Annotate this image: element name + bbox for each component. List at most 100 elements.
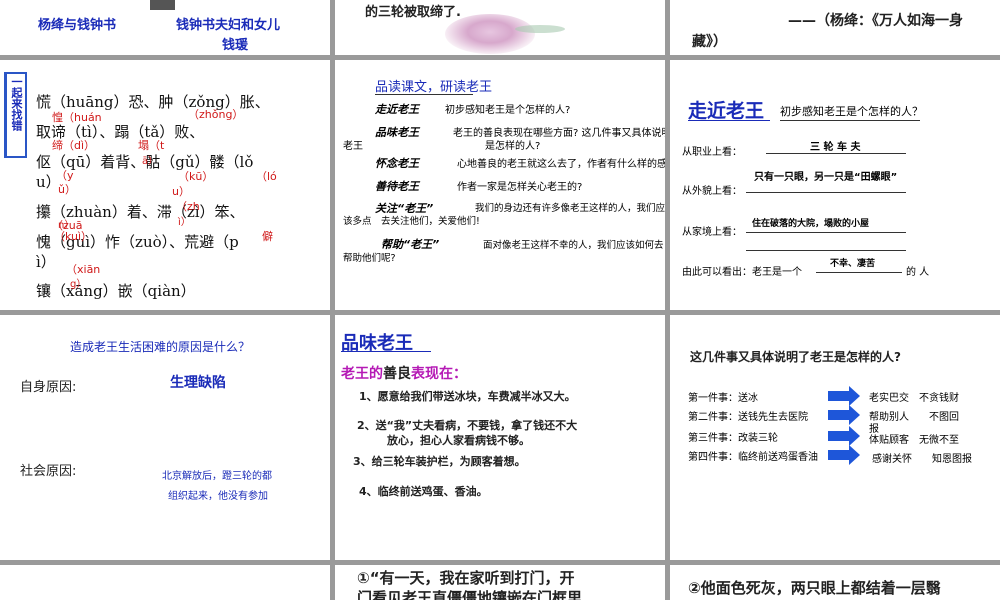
row-answer: 住在破落的大院，塌败的小屋 <box>752 219 870 229</box>
error-line: ì） <box>36 253 56 271</box>
correction: 塌（t <box>138 139 165 152</box>
correction: ā） <box>142 156 159 167</box>
slide-3: ——（杨绛：《万人如海一身 藏》） <box>670 0 1000 55</box>
flower-image <box>445 14 535 54</box>
arrow-icon <box>828 426 860 446</box>
trait-label: 帮助别人 不图回 <box>869 412 959 423</box>
outline-title: 品读课文，研读老王 <box>375 80 493 95</box>
question: 造成老王生活困难的原因是什么？ <box>70 340 251 354</box>
excerpt-line1: ②他面色死灰，两只眼上都结着一层翳 <box>688 579 941 597</box>
correction: （kuì） <box>54 230 93 243</box>
slide-7-hardship-causes: 造成老王生活困难的原因是什么？ 自身原因: 生理缺陷 社会原因: 北京解放后，蹬… <box>0 315 330 560</box>
slide-11-excerpt: ①“有一天，我在家听到打门，开 门看见老王直僵僵地镶嵌在门框里 <box>335 565 665 600</box>
outline-desc: 心地善良的老王就这么去了，作者有什么样的感受? <box>457 159 665 170</box>
outline-label: 品味老王 <box>375 126 419 139</box>
subtitle-post: 表现在： <box>411 366 467 382</box>
outline-desc: 初步感知老王是个怎样的人? <box>445 105 571 116</box>
quote-attribution: ——（杨绛：《万人如海一身 <box>788 13 963 29</box>
kindness-item-cont: 放心，担心人家看病钱不够。 <box>387 434 530 447</box>
slide-8-savor-laowang: 品味老王 老王的善良表现在： 1、愿意给我们带送冰块，车费减半冰又大。 2、送“… <box>335 315 665 560</box>
answer-line-extra <box>746 250 906 251</box>
correction: （ló <box>256 170 277 183</box>
arrow-icon <box>828 445 860 465</box>
top-text: 的三轮被取缔了. <box>365 5 461 20</box>
arrow-icon <box>828 405 860 425</box>
slide-5-study-outline: 品读课文，研读老王 走近老王 初步感知老王是个怎样的人? 品味老王 老王的善良表… <box>335 60 665 310</box>
event-label: 第一件事：送冰 <box>688 393 758 404</box>
kindness-item: 3、给三轮车装护栏，为顾客着想。 <box>353 455 526 468</box>
row-label: 从外貌上看： <box>682 186 742 197</box>
outline-desc-prefix: 老王 <box>343 141 363 152</box>
side-label-text: 一起来找错 <box>10 76 23 131</box>
correction: ì） <box>178 217 191 228</box>
slide-6-approach-laowang: 走近老王 初步感知老王是个怎样的人？ 从职业上看： 三 轮 车 夫 从外貌上看：… <box>670 60 1000 310</box>
title-underline <box>688 120 770 121</box>
conclusion-suffix: 的 人 <box>906 267 930 278</box>
photo-strip <box>150 0 175 10</box>
conclusion-prefix: 由此可以看出：老王是一个 <box>682 267 802 278</box>
kindness-item: 2、送“我”丈夫看病，不要钱，拿了钱还不大 <box>357 419 578 432</box>
caption-left: 杨绛与钱钟书 <box>38 18 117 33</box>
title-underline <box>341 351 431 352</box>
event-label: 第二件事：送钱先生去医院 <box>688 412 808 423</box>
correction: 惶（huán <box>52 111 102 124</box>
event-label: 第三件事：改装三轮 <box>688 433 778 444</box>
subtitle: 老王的善良表现在： <box>341 363 467 383</box>
row-label: 从家境上看： <box>682 227 742 238</box>
section-subtitle: 初步感知老王是个怎样的人？ <box>780 105 923 118</box>
outline-desc-line2: 该多点 去关注他们，关爱他们! <box>343 216 480 227</box>
question: 这几件事又具体说明了老王是怎样的人? <box>690 350 901 364</box>
correction: （kū） <box>178 170 214 183</box>
row-answer: 三 轮 车 夫 <box>810 142 861 153</box>
row-label: 从职业上看： <box>682 147 742 158</box>
outline-desc-line2: 帮助他们呢? <box>343 253 396 264</box>
section-title: 走近老王 <box>688 100 765 122</box>
answer-line <box>746 232 906 233</box>
conclusion-line <box>816 272 902 273</box>
correction: 僻 <box>262 230 273 243</box>
outline-label: 怀念老王 <box>375 157 419 170</box>
kindness-item: 1、愿意给我们带送冰块，车费减半冰又大。 <box>359 390 576 403</box>
trait-label: 感谢关怀 知恩图报 <box>872 454 972 465</box>
social-cause-answer-line2: 组织起来，他没有参加 <box>168 491 268 502</box>
answer-line <box>766 153 906 154</box>
event-label: 第四件事：临终前送鸡蛋香油 <box>688 452 818 463</box>
caption-right-line2: 钱瑗 <box>222 38 249 53</box>
slide-4-find-errors: 一起来找错 慌（huāng）恐、肿（zǒng）胀、 取谛（tì）、蹋（tǎ）败、… <box>0 60 330 310</box>
self-cause-answer: 生理缺陷 <box>170 375 226 391</box>
error-line: 镶（xāng）嵌（qiàn） <box>36 282 196 300</box>
outline-desc-line2: 是怎样的人? <box>485 141 541 152</box>
answer-line <box>746 192 906 193</box>
correction: u） <box>172 185 190 198</box>
caption-right-line1: 钱钟书夫妇和女儿 <box>176 18 281 33</box>
correction: （zhǒng） <box>188 108 244 121</box>
correction: ǔ） <box>58 183 76 196</box>
flower-leaf <box>515 25 565 33</box>
slide-9-events-meaning: 这几件事又具体说明了老王是怎样的人? 第一件事：送冰 老实巴交 不贪钱财 第二件… <box>670 315 1000 560</box>
side-label: 一起来找错 <box>4 72 27 158</box>
trait-label: 体贴顾客 无微不至 <box>869 435 959 446</box>
subtitle-underline <box>780 120 920 121</box>
outline-desc: 我们的身边还有许多像老王这样的人，我们应 <box>475 203 665 214</box>
outline-label: 善待老王 <box>375 180 419 193</box>
arrow-icon <box>828 386 860 406</box>
excerpt-line1: ①“有一天，我在家听到打门，开 <box>357 569 575 587</box>
outline-label: 走近老王 <box>375 103 419 116</box>
trait-label: 老实巴交 不贪钱财 <box>869 393 959 404</box>
correction: 缔（dì） <box>52 139 96 152</box>
quote-attribution-line2: 藏》） <box>692 34 727 50</box>
social-cause-label: 社会原因: <box>20 464 77 479</box>
slide-12-excerpt: ②他面色死灰，两只眼上都结着一层翳 <box>670 565 1000 600</box>
excerpt-line2: 门看见老王直僵僵地镶嵌在门框里 <box>357 589 583 600</box>
slide-10 <box>0 565 330 600</box>
correction: （zh <box>176 200 200 213</box>
slide-1: 杨绛与钱钟书 钱钟书夫妇和女儿 钱瑗 <box>0 0 330 55</box>
correction: g） <box>70 279 87 290</box>
self-cause-label: 自身原因: <box>20 380 77 395</box>
row-answer: 只有一只眼，另一只是“田螺眼” <box>754 172 898 183</box>
outline-desc: 作者一家是怎样关心老王的? <box>457 182 583 193</box>
social-cause-answer-line1: 北京解放后，蹬三轮的都 <box>162 471 272 482</box>
slide-2: 的三轮被取缔了. <box>335 0 665 55</box>
outline-desc: 面对像老王这样不幸的人，我们应该如何去 <box>483 240 664 251</box>
title-underline <box>375 94 473 95</box>
